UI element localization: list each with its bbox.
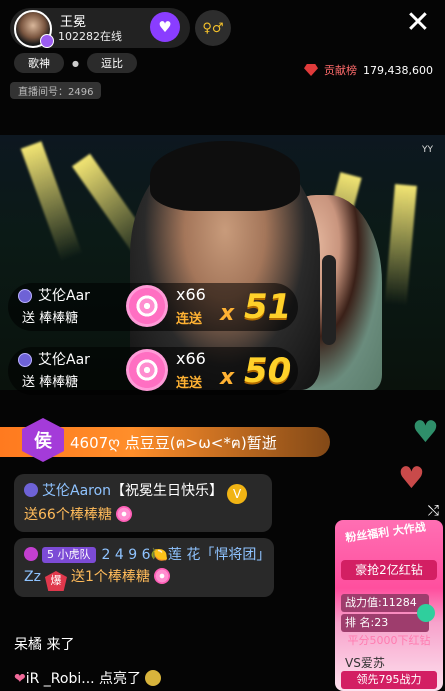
gift-combo-bar: 艾伦Aar 送 棒棒糖 x66 连送 x 51 bbox=[8, 283, 298, 331]
chat-user: 艾伦Aaron bbox=[42, 483, 112, 499]
live-room-screen: YY 王冕 102282在线 ♥ ♀♂ ✕ 歌神 ● 逗比 贡献榜 179,43… bbox=[0, 0, 445, 691]
combo-streak-label: 连送 bbox=[176, 312, 203, 327]
performer-hair bbox=[150, 141, 300, 211]
level-badge-icon bbox=[40, 34, 54, 48]
combo-send-text: 送 棒棒糖 bbox=[22, 311, 79, 326]
anchor-tags: 歌神 ● 逗比 bbox=[14, 52, 137, 74]
combo-streak-label: 连送 bbox=[176, 376, 203, 391]
fan-event-promo[interactable]: 粉丝福利 大作战 豪抢2亿红钻 战力值:11284 排 名:23 平分5000下… bbox=[335, 520, 443, 691]
user-level-icon bbox=[18, 353, 32, 367]
heart-icon bbox=[417, 604, 435, 622]
lollipop-icon bbox=[115, 506, 132, 522]
lollipop-icon bbox=[153, 568, 170, 584]
anchor-tag[interactable]: 歌神 bbox=[14, 53, 64, 73]
v-badge-icon: V bbox=[227, 484, 248, 504]
chat-message[interactable]: ❤iR _Robi... 点亮了 bbox=[14, 668, 162, 688]
floating-heart-icon: ♥ bbox=[398, 461, 425, 496]
promo-power: 战力值:11284 bbox=[341, 594, 429, 612]
combo-number: 50 bbox=[244, 351, 292, 391]
user-level-icon bbox=[24, 483, 38, 497]
chat-message[interactable]: 呆橘 来了 bbox=[14, 634, 74, 654]
lit-heart-icon bbox=[145, 670, 162, 686]
fan-group-tag: 5 小虎队 bbox=[42, 547, 96, 563]
chat-message[interactable]: 5 小虎队 2 4 9 6🍋莲 花「悍将团」Zz 爆送1个棒棒糖 bbox=[14, 538, 274, 597]
fan-badge: 爆 bbox=[44, 571, 67, 591]
entrance-banner-text: 4607ღ 点豆豆(ฅ>ω<*ฅ)暂逝 bbox=[70, 434, 277, 452]
combo-send-text: 送 棒棒糖 bbox=[22, 375, 79, 390]
close-button[interactable]: ✕ bbox=[401, 6, 435, 40]
heart-icon: ❤ bbox=[14, 671, 26, 687]
noble-level-icon bbox=[24, 547, 38, 561]
video-watermark: YY bbox=[422, 145, 433, 155]
promo-score: 平分5000下红钻 bbox=[347, 634, 431, 647]
microphone bbox=[322, 255, 336, 345]
promo-vs: VS爱苏 bbox=[345, 656, 385, 670]
anchor-tag[interactable]: 逗比 bbox=[86, 53, 137, 73]
wings-icon: ♥ bbox=[158, 18, 172, 36]
rank-label: 贡献榜 bbox=[324, 64, 358, 77]
share-icon[interactable]: ⤭ bbox=[428, 503, 439, 519]
red-diamond-icon bbox=[304, 64, 319, 76]
floating-heart-icon: ♥ bbox=[412, 415, 439, 450]
promo-rank: 排 名:23 bbox=[341, 614, 429, 632]
rank-value: 179,438,600 bbox=[363, 63, 433, 77]
gift-combo-bar: 艾伦Aar 送 棒棒糖 x66 连送 x 50 bbox=[8, 347, 298, 395]
guest-mic-button[interactable]: ♀♂ bbox=[195, 10, 231, 46]
chat-gift-text: 送66个棒棒糖 bbox=[24, 507, 112, 523]
combo-user: 艾伦Aar bbox=[38, 288, 90, 304]
promo-lead: 领先795战力 bbox=[341, 671, 437, 689]
follow-button[interactable]: ♥ bbox=[150, 12, 180, 42]
combo-number: 51 bbox=[244, 287, 292, 327]
promo-grab: 豪抢2亿红钻 bbox=[341, 560, 437, 580]
chat-gift-text: 送1个棒棒糖 bbox=[70, 569, 150, 585]
lollipop-gift-icon bbox=[126, 349, 168, 391]
combo-count: x66 bbox=[176, 285, 206, 304]
promo-title: 粉丝福利 大作战 bbox=[344, 520, 427, 545]
lollipop-gift-icon bbox=[126, 285, 168, 327]
chat-text: 呆橘 来了 bbox=[14, 637, 75, 653]
stage-light bbox=[20, 141, 83, 262]
combo-x: x bbox=[220, 301, 235, 326]
online-count: 102282在线 bbox=[58, 30, 122, 43]
combo-user: 艾伦Aar bbox=[38, 352, 90, 368]
combo-count: x66 bbox=[176, 349, 206, 368]
room-id: 直播间号：2496 bbox=[10, 82, 102, 99]
stage-light bbox=[384, 184, 417, 306]
combo-x: x bbox=[220, 365, 235, 390]
chat-text: 点亮了 bbox=[99, 671, 142, 687]
close-icon: ✕ bbox=[405, 5, 431, 40]
user-level-icon bbox=[18, 289, 32, 303]
chat-message[interactable]: 艾伦Aaron【祝冕生日快乐】 V 送66个棒棒糖 bbox=[14, 474, 272, 532]
mic-guest-icon: ♀♂ bbox=[202, 20, 224, 36]
chat-text: 【祝冕生日快乐】 bbox=[111, 483, 224, 499]
chat-user: iR _Robi... bbox=[25, 671, 95, 687]
tag-separator: ● bbox=[72, 58, 79, 68]
contribution-rank[interactable]: 贡献榜 179,438,600 bbox=[304, 62, 433, 78]
